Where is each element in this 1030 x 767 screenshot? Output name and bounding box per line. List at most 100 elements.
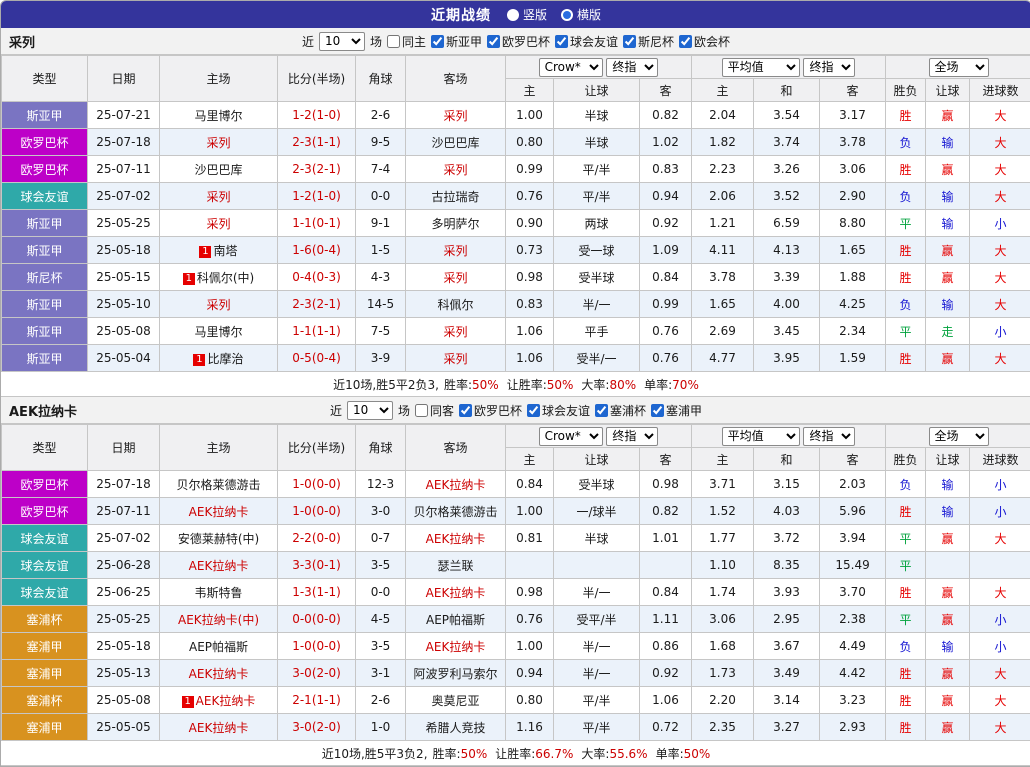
league-checkbox-input[interactable] — [595, 404, 608, 417]
home-team[interactable]: 1比摩治 — [160, 345, 278, 372]
home-team[interactable]: 马里博尔 — [160, 318, 278, 345]
home-team[interactable]: AEK拉纳卡 — [160, 714, 278, 741]
home-team[interactable]: 安德莱赫特(中) — [160, 525, 278, 552]
match-score[interactable]: 0-4(0-3) — [278, 264, 356, 291]
league-filter-checkbox[interactable]: 球会友谊 — [527, 402, 590, 419]
recent-count-select[interactable]: 10 — [319, 32, 365, 51]
away-team[interactable]: 科佩尔 — [406, 291, 506, 318]
league-filter-checkbox[interactable]: 欧会杯 — [679, 33, 730, 50]
away-team[interactable]: 希腊人竞技 — [406, 714, 506, 741]
same-venue-input[interactable] — [387, 35, 400, 48]
league-checkbox-input[interactable] — [459, 404, 472, 417]
away-team[interactable]: 采列 — [406, 345, 506, 372]
home-team[interactable]: AEK拉纳卡 — [160, 498, 278, 525]
match-score[interactable]: 2-3(2-1) — [278, 156, 356, 183]
match-score[interactable]: 1-2(1-0) — [278, 183, 356, 210]
league-filter-checkbox[interactable]: 斯尼杯 — [623, 33, 674, 50]
away-team[interactable]: 贝尔格莱德游击 — [406, 498, 506, 525]
odds-company-select[interactable]: Crow* — [539, 427, 603, 446]
away-team[interactable]: 沙巴巴库 — [406, 129, 506, 156]
away-team[interactable]: AEK拉纳卡 — [406, 525, 506, 552]
home-team[interactable]: 韦斯特鲁 — [160, 579, 278, 606]
league-filter-checkbox[interactable]: 欧罗巴杯 — [459, 402, 522, 419]
away-team[interactable]: 古拉瑞奇 — [406, 183, 506, 210]
odds-company-select[interactable]: Crow* — [539, 58, 603, 77]
avg-select[interactable]: 平均值 — [722, 58, 800, 77]
match-score[interactable]: 0-5(0-4) — [278, 345, 356, 372]
odds-away: 1.06 — [640, 687, 692, 714]
match-score[interactable]: 1-6(0-4) — [278, 237, 356, 264]
home-team[interactable]: 采列 — [160, 291, 278, 318]
avg-time-select[interactable]: 终指 — [803, 427, 855, 446]
league-checkbox-input[interactable] — [651, 404, 664, 417]
match-score[interactable]: 1-0(0-0) — [278, 471, 356, 498]
match-score[interactable]: 2-1(1-1) — [278, 687, 356, 714]
match-score[interactable]: 1-0(0-0) — [278, 633, 356, 660]
league-checkbox-input[interactable] — [527, 404, 540, 417]
league-checkbox-input[interactable] — [431, 35, 444, 48]
match-score[interactable]: 0-0(0-0) — [278, 606, 356, 633]
league-type-badge: 斯亚甲 — [2, 318, 88, 345]
match-score[interactable]: 3-0(2-0) — [278, 660, 356, 687]
league-filter-checkbox[interactable]: 塞浦甲 — [651, 402, 702, 419]
home-team[interactable]: AEK拉纳卡 — [160, 660, 278, 687]
league-checkbox-input[interactable] — [487, 35, 500, 48]
league-filter-checkbox[interactable]: 塞浦杯 — [595, 402, 646, 419]
league-checkbox-input[interactable] — [623, 35, 636, 48]
avg-select[interactable]: 平均值 — [722, 427, 800, 446]
away-team[interactable]: 奥莫尼亚 — [406, 687, 506, 714]
odds-time-select[interactable]: 终指 — [606, 427, 658, 446]
match-score[interactable]: 2-3(1-1) — [278, 129, 356, 156]
home-team[interactable]: 贝尔格莱德游击 — [160, 471, 278, 498]
league-checkbox-input[interactable] — [679, 35, 692, 48]
layout-radio-vertical[interactable]: 竖版 — [507, 6, 547, 23]
home-team[interactable]: 采列 — [160, 210, 278, 237]
col-header-odds-handicap: 让球 — [554, 79, 640, 102]
match-score[interactable]: 2-3(2-1) — [278, 291, 356, 318]
match-score[interactable]: 1-1(0-1) — [278, 210, 356, 237]
away-team[interactable]: 多明萨尔 — [406, 210, 506, 237]
away-team[interactable]: 瑟兰联 — [406, 552, 506, 579]
same-venue-checkbox[interactable]: 同客 — [415, 402, 454, 419]
home-team[interactable]: AEK拉纳卡(中) — [160, 606, 278, 633]
home-team[interactable]: 1科佩尔(中) — [160, 264, 278, 291]
league-filter-checkbox[interactable]: 斯亚甲 — [431, 33, 482, 50]
home-team[interactable]: 采列 — [160, 129, 278, 156]
away-team[interactable]: 采列 — [406, 318, 506, 345]
away-team[interactable]: 采列 — [406, 102, 506, 129]
match-score[interactable]: 3-3(0-1) — [278, 552, 356, 579]
layout-radio-horizontal[interactable]: 横版 — [561, 6, 601, 23]
league-filter-checkbox[interactable]: 球会友谊 — [555, 33, 618, 50]
match-score[interactable]: 3-0(2-0) — [278, 714, 356, 741]
away-team[interactable]: AEP帕福斯 — [406, 606, 506, 633]
match-score[interactable]: 1-2(1-0) — [278, 102, 356, 129]
match-score[interactable]: 2-2(0-0) — [278, 525, 356, 552]
league-checkbox-input[interactable] — [555, 35, 568, 48]
home-team[interactable]: 马里博尔 — [160, 102, 278, 129]
avg-home: 2.06 — [692, 183, 754, 210]
home-team[interactable]: AEK拉纳卡 — [160, 552, 278, 579]
home-team[interactable]: 沙巴巴库 — [160, 156, 278, 183]
away-team[interactable]: 采列 — [406, 237, 506, 264]
away-team[interactable]: AEK拉纳卡 — [406, 471, 506, 498]
home-team[interactable]: 1南塔 — [160, 237, 278, 264]
fulltime-select[interactable]: 全场 — [929, 427, 989, 446]
match-score[interactable]: 1-1(1-1) — [278, 318, 356, 345]
home-team[interactable]: AEP帕福斯 — [160, 633, 278, 660]
away-team[interactable]: AEK拉纳卡 — [406, 579, 506, 606]
same-venue-checkbox[interactable]: 同主 — [387, 33, 426, 50]
away-team[interactable]: 采列 — [406, 156, 506, 183]
home-team[interactable]: 采列 — [160, 183, 278, 210]
home-team[interactable]: 1AEK拉纳卡 — [160, 687, 278, 714]
away-team[interactable]: AEK拉纳卡 — [406, 633, 506, 660]
away-team[interactable]: 采列 — [406, 264, 506, 291]
avg-time-select[interactable]: 终指 — [803, 58, 855, 77]
match-score[interactable]: 1-0(0-0) — [278, 498, 356, 525]
away-team[interactable]: 阿波罗利马索尔 — [406, 660, 506, 687]
fulltime-select[interactable]: 全场 — [929, 58, 989, 77]
recent-count-select[interactable]: 10 — [347, 401, 393, 420]
league-filter-checkbox[interactable]: 欧罗巴杯 — [487, 33, 550, 50]
same-venue-input[interactable] — [415, 404, 428, 417]
match-score[interactable]: 1-3(1-1) — [278, 579, 356, 606]
odds-time-select[interactable]: 终指 — [606, 58, 658, 77]
